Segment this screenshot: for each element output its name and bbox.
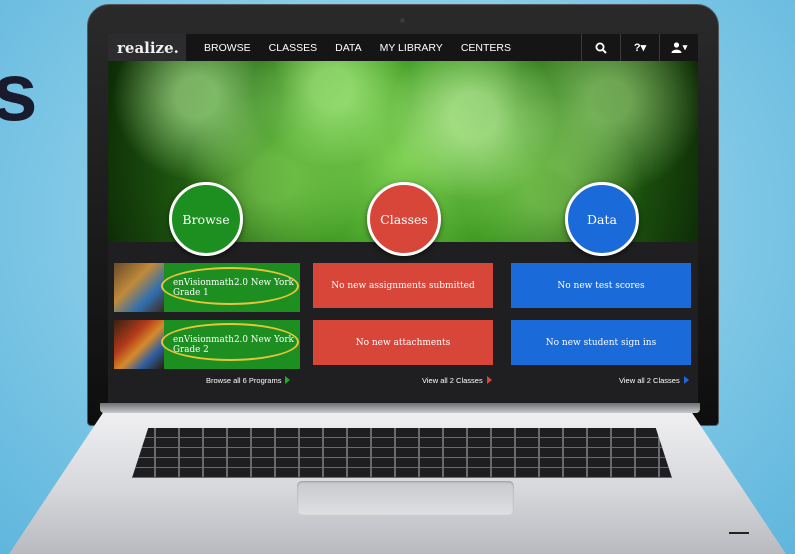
search-button[interactable]	[581, 34, 620, 61]
keyboard-rows	[132, 428, 672, 478]
arrow-right-icon	[285, 376, 291, 384]
app-screen: realize. BROWSE CLASSES DATA MY LIBRARY …	[108, 34, 698, 403]
chevron-down-icon: ▾	[682, 42, 688, 52]
arrow-right-icon	[486, 376, 492, 384]
top-nav: realize. BROWSE CLASSES DATA MY LIBRARY …	[108, 34, 698, 61]
background-letter: s	[0, 47, 38, 138]
data-link-label: View all 2 Classes	[619, 376, 680, 385]
highlight-annotation	[161, 267, 299, 305]
help-icon: ?▾	[633, 42, 647, 54]
data-tile[interactable]: No new test scores	[511, 263, 691, 308]
nav-my-library[interactable]: MY LIBRARY	[380, 42, 443, 54]
view-all-data-classes-link[interactable]: View all 2 Classes	[619, 376, 689, 385]
browse-circle-button[interactable]: Browse	[169, 182, 243, 256]
nav-classes[interactable]: CLASSES	[269, 42, 317, 54]
classes-tile[interactable]: No new attachments	[313, 320, 493, 365]
view-all-classes-link[interactable]: View all 2 Classes	[422, 376, 492, 385]
realize-logo[interactable]: realize.	[108, 34, 186, 61]
nav-centers[interactable]: CENTERS	[461, 42, 511, 54]
data-circle-button[interactable]: Data	[565, 182, 639, 256]
search-icon	[595, 42, 607, 54]
user-menu-button[interactable]: ▾	[659, 34, 698, 61]
program-thumbnail	[114, 320, 164, 369]
arrow-right-icon	[683, 376, 689, 384]
help-menu-button[interactable]: ?▾	[620, 34, 659, 61]
nav-browse[interactable]: BROWSE	[204, 42, 251, 54]
laptop-hinge	[100, 403, 700, 413]
sleep-indicator	[729, 532, 749, 534]
classes-circle-button[interactable]: Classes	[367, 182, 441, 256]
classes-tile[interactable]: No new assignments submitted	[313, 263, 493, 308]
classes-link-label: View all 2 Classes	[422, 376, 483, 385]
data-tile[interactable]: No new student sign ins	[511, 320, 691, 365]
highlight-annotation	[161, 323, 299, 361]
user-icon	[671, 42, 682, 53]
program-thumbnail	[114, 263, 164, 312]
browse-link-label: Browse all 6 Programs	[206, 376, 282, 385]
camera	[400, 18, 405, 23]
nav-data[interactable]: DATA	[335, 42, 361, 54]
trackpad	[297, 481, 514, 515]
browse-all-programs-link[interactable]: Browse all 6 Programs	[206, 376, 291, 385]
